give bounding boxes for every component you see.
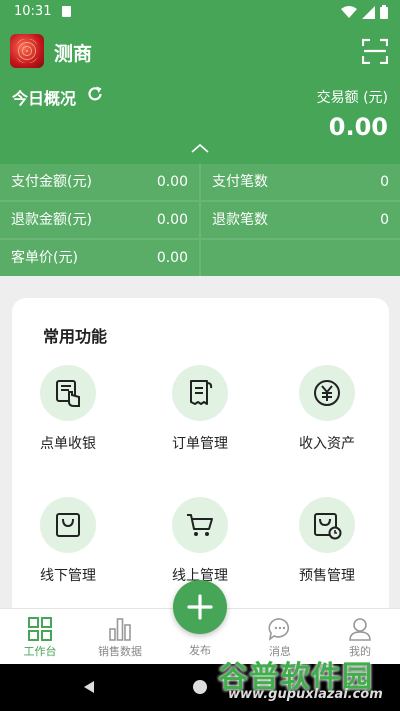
battery-icon: [380, 5, 388, 19]
bar-chart-icon: [109, 618, 131, 641]
stat-label: 退款笔数: [212, 212, 268, 228]
plus-icon: [187, 594, 213, 620]
tab-sales-data[interactable]: 销售数据: [80, 609, 160, 665]
grid-icon: [28, 617, 52, 641]
stat-label: 客单价(元): [11, 250, 78, 266]
func-orders[interactable]: 订单管理: [145, 365, 255, 453]
stat-pay-count[interactable]: 支付笔数 0: [201, 164, 400, 200]
stat-label: 支付金额(元): [11, 174, 92, 190]
home-icon[interactable]: [193, 680, 207, 694]
header: 测商 今日概况 交易额 (元) 0.00: [0, 24, 400, 164]
overview-title: 今日概况: [12, 89, 77, 108]
publish-label: 发布: [189, 644, 211, 657]
stat-value: 0.00: [156, 250, 188, 266]
func-icon-bg: [172, 365, 228, 421]
func-cashier[interactable]: 点单收银: [13, 365, 123, 453]
stat-value: 0.00: [156, 212, 188, 228]
shopping-cart-icon: [187, 514, 213, 536]
watermark: 谷普软件园 www.gupuxlazai.com: [218, 652, 398, 708]
func-icon-bg: [40, 365, 96, 421]
trade-label: 交易额 (元): [316, 90, 388, 106]
signal-icon: [362, 5, 375, 19]
card-title: 常用功能: [43, 327, 108, 346]
func-label: 点单收银: [40, 436, 96, 452]
stat-value: 0: [380, 212, 389, 228]
refresh-icon[interactable]: [86, 85, 104, 103]
stat-label: 支付笔数: [212, 174, 268, 190]
trade-amount: 0.00: [328, 113, 388, 141]
sd-card-icon: [62, 6, 71, 17]
cashier-icon: [56, 380, 80, 407]
func-icon-bg: [299, 365, 355, 421]
stat-value: 0: [380, 174, 389, 190]
watermark-url: www.gupuxlazai.com: [228, 687, 383, 702]
scan-icon[interactable]: [362, 38, 388, 64]
stat-value: 0.00: [156, 174, 188, 190]
tab-label: 销售数据: [98, 645, 142, 658]
status-bar: 10:31: [0, 0, 400, 24]
stat-label: 退款金额(元): [11, 212, 92, 228]
stat-avg-price[interactable]: 客单价(元) 0.00: [0, 240, 199, 276]
func-label: 订单管理: [172, 436, 228, 452]
func-icon-bg: [40, 497, 96, 553]
wifi-icon: [341, 5, 357, 18]
func-label: 线下管理: [40, 568, 96, 584]
message-icon: [268, 618, 290, 641]
func-label: 预售管理: [299, 568, 355, 584]
func-income[interactable]: 收入资产: [272, 365, 382, 453]
tab-workbench[interactable]: 工作台: [0, 609, 80, 665]
func-online[interactable]: 线上管理: [145, 497, 255, 585]
func-offline[interactable]: 线下管理: [13, 497, 123, 585]
func-presale[interactable]: 预售管理: [272, 497, 382, 585]
app-logo: [10, 34, 44, 68]
person-icon: [349, 618, 371, 641]
chevron-up-icon[interactable]: [190, 142, 210, 154]
status-time: 10:31: [14, 4, 52, 19]
back-icon[interactable]: [82, 680, 96, 694]
func-icon-bg: [299, 497, 355, 553]
receipt-icon: [190, 380, 213, 405]
publish-button[interactable]: [173, 580, 227, 634]
stat-pay-amount[interactable]: 支付金额(元) 0.00: [0, 164, 199, 200]
presale-bag-icon: [314, 513, 342, 540]
func-label: 收入资产: [299, 436, 355, 452]
yuan-icon: [314, 380, 340, 406]
stat-empty: [201, 240, 400, 276]
func-icon-bg: [172, 497, 228, 553]
app-title: 测商: [54, 43, 93, 65]
tab-label: 工作台: [23, 645, 57, 658]
shopping-bag-icon: [56, 513, 80, 537]
stat-refund-count[interactable]: 退款笔数 0: [201, 202, 400, 238]
stats-grid: 支付金额(元) 0.00 支付笔数 0 退款金额(元) 0.00 退款笔数 0 …: [0, 164, 400, 276]
stat-refund-amount[interactable]: 退款金额(元) 0.00: [0, 202, 199, 238]
common-functions-card: 常用功能 点单收银 订单管理 收入资产 线下管理 线上管理 预售管理: [12, 298, 389, 628]
